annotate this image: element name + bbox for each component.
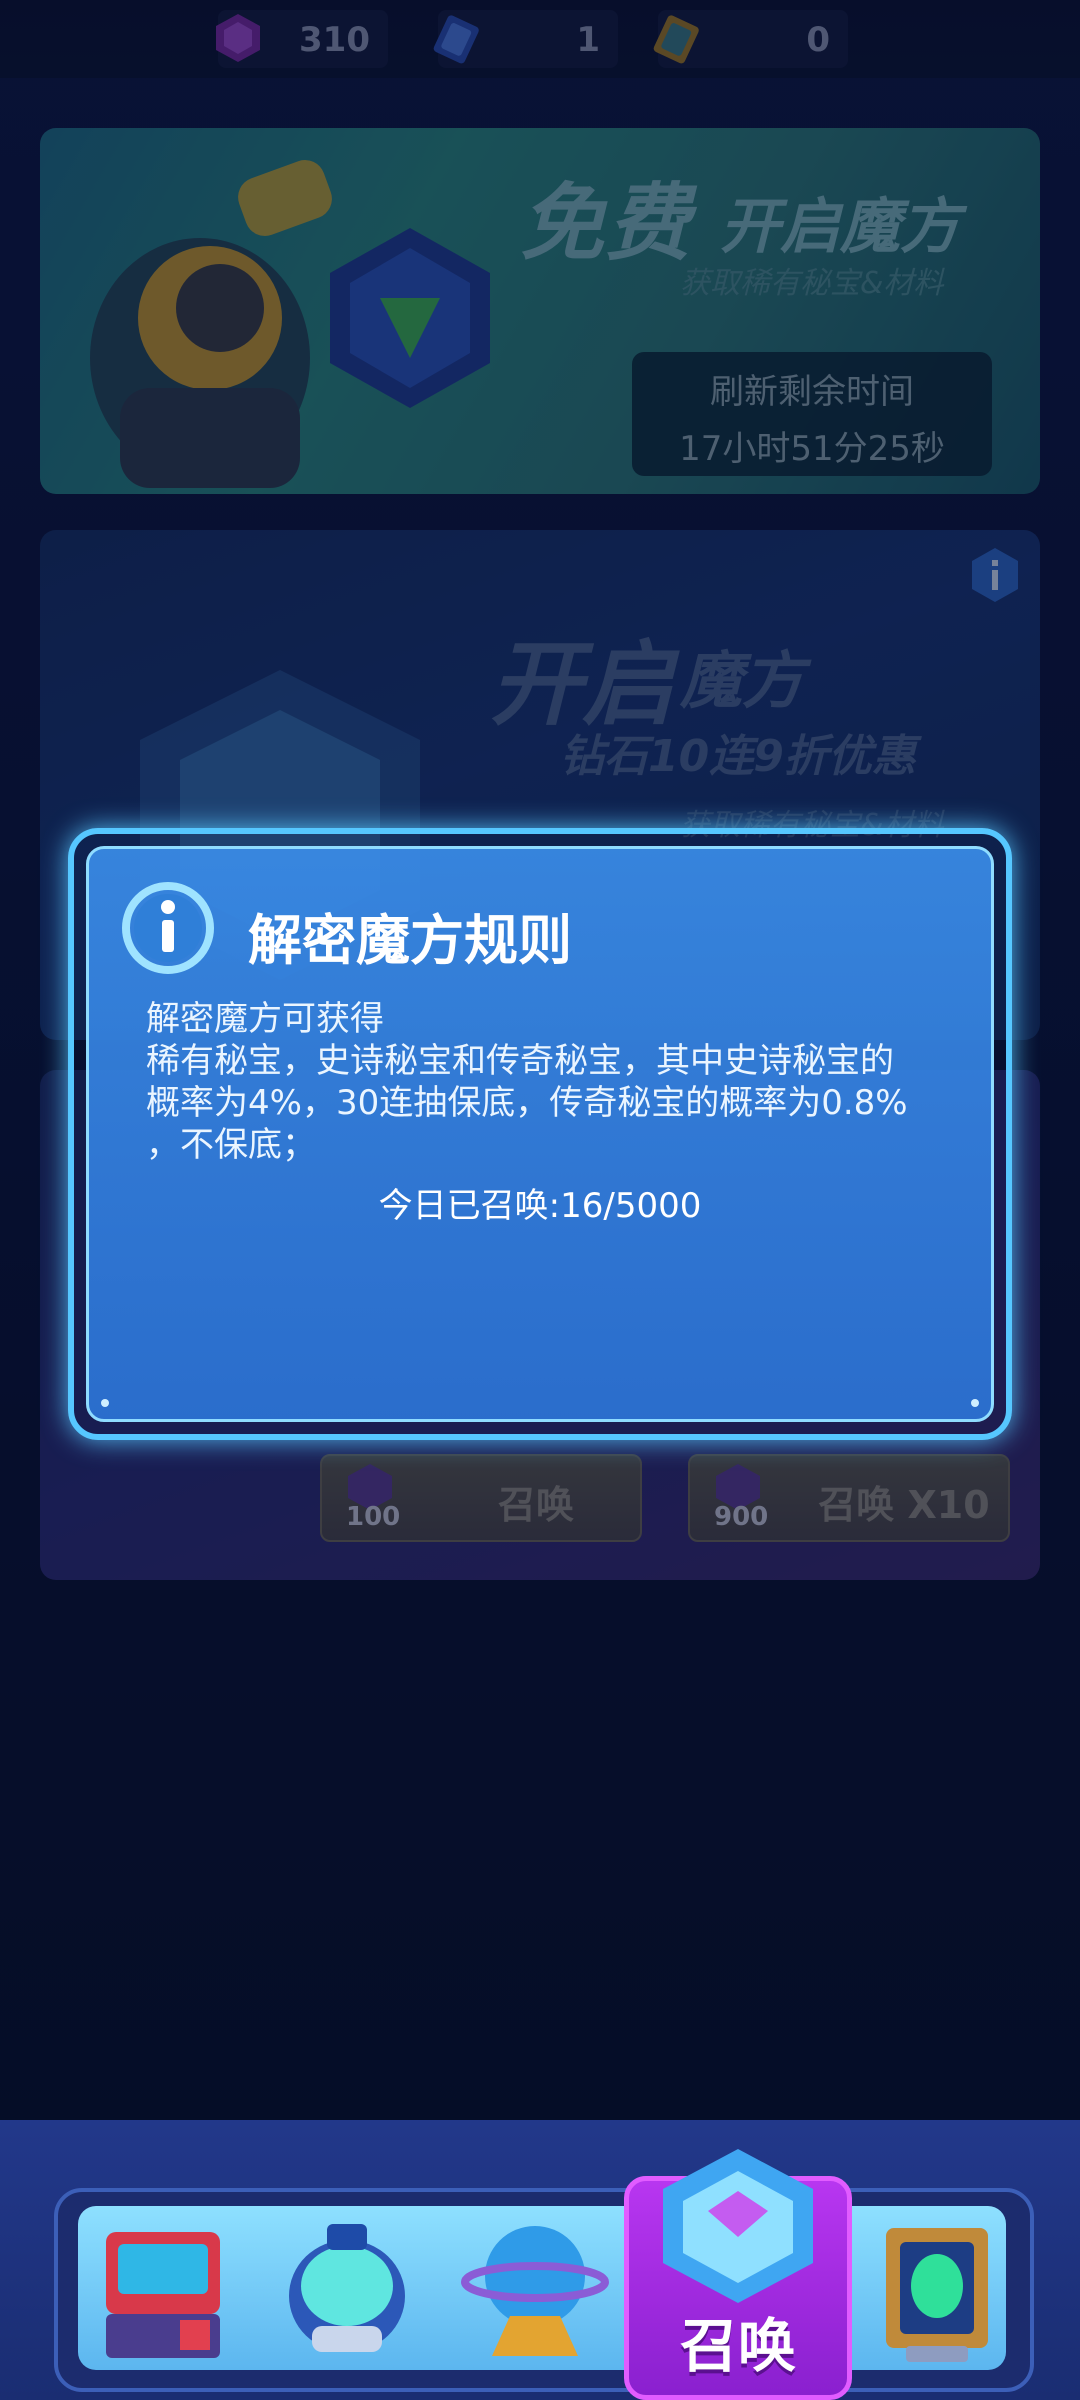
rule-line: 概率为4%，30连抽保底，传奇秘宝的概率为0.8% [146,1083,908,1123]
dialog-body: 解密魔方可获得 稀有秘宝，史诗秘宝和传奇秘宝，其中史诗秘宝的 概率为4%，30连… [146,998,966,1166]
corner-dot [101,1399,109,1407]
nav-item-portal[interactable] [862,2206,1012,2370]
today-summon-count: 今日已召唤:16/5000 [378,1186,702,1226]
info-icon [122,882,214,974]
nav-item-shop[interactable] [88,2206,238,2370]
planet-rocket-icon [461,2226,609,2356]
portal-frame-icon [886,2228,988,2362]
rules-dialog: 解密魔方规则 解密魔方可获得 稀有秘宝，史诗秘宝和传奇秘宝，其中史诗秘宝的 概率… [68,828,1012,1440]
nav-item-planet[interactable] [460,2206,610,2370]
rule-line: 稀有秘宝，史诗秘宝和传奇秘宝，其中史诗秘宝的 [146,1041,894,1081]
nav-item-capsule[interactable] [272,2206,422,2370]
nav-item-summon[interactable]: 召唤 [624,2149,852,2400]
corner-dot [971,1399,979,1407]
dialog-title: 解密魔方规则 [248,909,572,972]
capsule-pod-icon [289,2224,405,2352]
rule-line: 解密魔方可获得 [146,999,384,1039]
shop-machine-icon [106,2232,220,2358]
rule-line: ，不保底； [146,1125,316,1165]
cube-icon [663,2149,813,2303]
nav-summon-label: 召唤 [679,2312,796,2380]
